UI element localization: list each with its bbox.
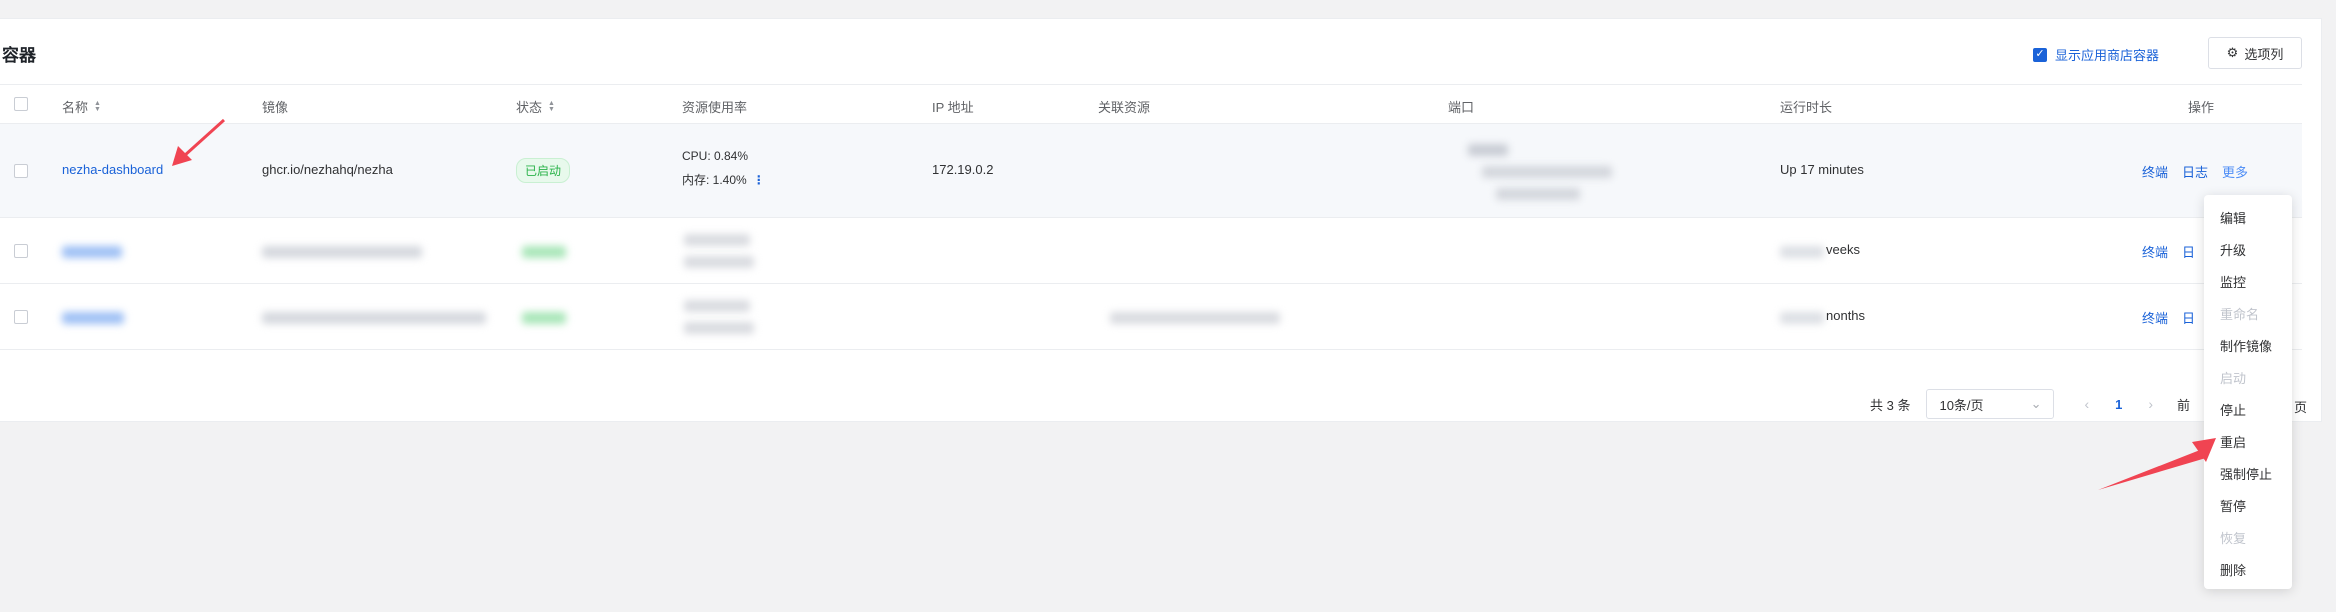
status-redacted — [522, 246, 566, 258]
resource-redacted — [684, 256, 754, 268]
menu-item-rename: 重命名 — [2220, 307, 2260, 322]
menu-item-stop[interactable]: 停止 — [2204, 395, 2292, 427]
status-redacted — [522, 312, 566, 324]
row-checkbox[interactable] — [14, 164, 28, 178]
container-name-link[interactable]: nezha-dashboard — [62, 162, 163, 177]
logs-link[interactable]: 日志 — [2182, 162, 2208, 181]
status-badge: 已启动 — [516, 158, 571, 183]
port-redacted — [1496, 188, 1580, 200]
resource-redacted — [684, 300, 750, 312]
image-redacted — [262, 312, 486, 324]
col-status[interactable]: 状态 ▲ ▼ — [516, 97, 555, 116]
uptime: Up 17 minutes — [1780, 162, 1864, 177]
port-redacted — [1468, 144, 1508, 156]
sort-icon[interactable]: ▲ ▼ — [548, 100, 555, 113]
related-redacted — [1110, 312, 1280, 324]
image-redacted — [262, 246, 422, 258]
col-ip: IP 地址 — [932, 100, 974, 115]
resource-redacted — [684, 234, 750, 246]
chevron-down-icon: ⌄ — [2030, 396, 2042, 411]
menu-item-delete[interactable]: 删除 — [2204, 555, 2292, 587]
menu-item-pause[interactable]: 暂停 — [2204, 491, 2292, 523]
port-redacted — [1482, 166, 1612, 178]
row-checkbox[interactable] — [14, 244, 28, 258]
sort-icon[interactable]: ▲ ▼ — [94, 100, 101, 113]
columns-button-label: 选项列 — [2244, 46, 2284, 62]
mem-usage: 内存: 1.40% — [682, 173, 747, 187]
show-store-containers-toggle[interactable]: ✓ 显示应用商店容器 — [2033, 45, 2159, 64]
prev-page-icon[interactable]: ‹ — [2084, 396, 2089, 412]
col-port: 端口 — [1448, 100, 1475, 115]
menu-item-restart[interactable]: 重启 — [2204, 427, 2292, 459]
jump-label: 前 — [2177, 397, 2191, 413]
menu-item-edit[interactable]: 编辑 — [2204, 203, 2292, 235]
terminal-link[interactable]: 终端 — [2142, 162, 2168, 181]
name-redacted — [62, 246, 122, 258]
container-image: ghcr.io/nezhahq/nezha — [262, 162, 393, 177]
uptime-redacted — [1780, 246, 1824, 258]
gear-icon: ⚙ — [2226, 45, 2239, 60]
next-page-icon[interactable]: › — [2148, 396, 2153, 412]
table-row: nezha-dashboard ghcr.io/nezhahq/nezha 已启… — [0, 124, 2302, 218]
table-row: nonths 终端 日 — [0, 284, 2302, 350]
row-actions: 终端 日志 更多 — [2142, 162, 2248, 181]
col-uptime: 运行时长 — [1780, 100, 1833, 115]
resource-redacted — [684, 322, 754, 334]
pagination: 共 3 条 10条/页 ⌄ ‹ 1 › 前 — [1870, 389, 2190, 419]
menu-item-monitor[interactable]: 监控 — [2204, 267, 2292, 299]
more-dropdown-menu: 编辑 升级 监控 重命名 制作镜像 启动 停止 重启 强制停止 暂停 恢复 删除 — [2204, 195, 2292, 589]
annotation-arrow — [2098, 438, 2216, 490]
row-actions: 终端 日 — [2142, 308, 2195, 327]
more-vertical-icon[interactable]: ⋮ — [753, 173, 765, 187]
logs-link[interactable]: 日 — [2182, 242, 2195, 261]
menu-item-commit-image[interactable]: 制作镜像 — [2204, 331, 2292, 363]
uptime: veeks — [1826, 242, 1860, 257]
name-redacted — [62, 312, 124, 324]
resource-usage: CPU: 0.84% 内存: 1.40% ⋮ — [682, 144, 765, 192]
columns-button[interactable]: ⚙ 选项列 — [2208, 37, 2302, 69]
page-number[interactable]: 1 — [2115, 397, 2122, 412]
menu-item-resume: 恢复 — [2220, 531, 2247, 546]
jump-label-suffix: 页 — [2294, 400, 2308, 415]
page-title: 容器 — [2, 46, 36, 65]
col-name[interactable]: 名称 ▲ ▼ — [62, 97, 101, 116]
terminal-link[interactable]: 终端 — [2142, 308, 2168, 327]
table-row: veeks 终端 日 — [0, 218, 2302, 284]
uptime: nonths — [1826, 308, 1866, 323]
more-link[interactable]: 更多 — [2222, 162, 2248, 181]
uptime-redacted — [1780, 312, 1824, 324]
logs-link[interactable]: 日 — [2182, 308, 2195, 327]
show-store-label: 显示应用商店容器 — [2055, 48, 2160, 63]
col-actions: 操作 — [2188, 100, 2215, 115]
row-checkbox[interactable] — [14, 310, 28, 324]
col-resource: 资源使用率 — [682, 100, 748, 115]
page-size-select[interactable]: 10条/页 ⌄ — [1926, 389, 2055, 419]
containers-card: 容器 ✓ 显示应用商店容器 ⚙ 选项列 名称 ▲ ▼ 镜像 状态 ▲ ▼ 资源使用率 I… — [0, 18, 2322, 422]
cpu-usage: CPU: 0.84% — [682, 149, 749, 163]
terminal-link[interactable]: 终端 — [2142, 242, 2168, 261]
menu-item-force-stop[interactable]: 强制停止 — [2204, 459, 2292, 491]
menu-item-start: 启动 — [2220, 371, 2247, 386]
col-image: 镜像 — [262, 100, 289, 115]
col-related: 关联资源 — [1098, 100, 1151, 115]
total-count: 共 3 条 — [1870, 397, 1911, 413]
row-actions: 终端 日 — [2142, 242, 2195, 261]
page-size-value: 10条/页 — [1939, 397, 1984, 413]
select-all-checkbox[interactable] — [14, 97, 28, 111]
table-header: 名称 ▲ ▼ 镜像 状态 ▲ ▼ 资源使用率 IP 地址 关联资源 端口 运行时长 操作 — [0, 84, 2302, 124]
menu-item-upgrade[interactable]: 升级 — [2204, 235, 2292, 267]
check-icon[interactable]: ✓ — [2033, 47, 2047, 62]
ip-address: 172.19.0.2 — [932, 162, 994, 177]
